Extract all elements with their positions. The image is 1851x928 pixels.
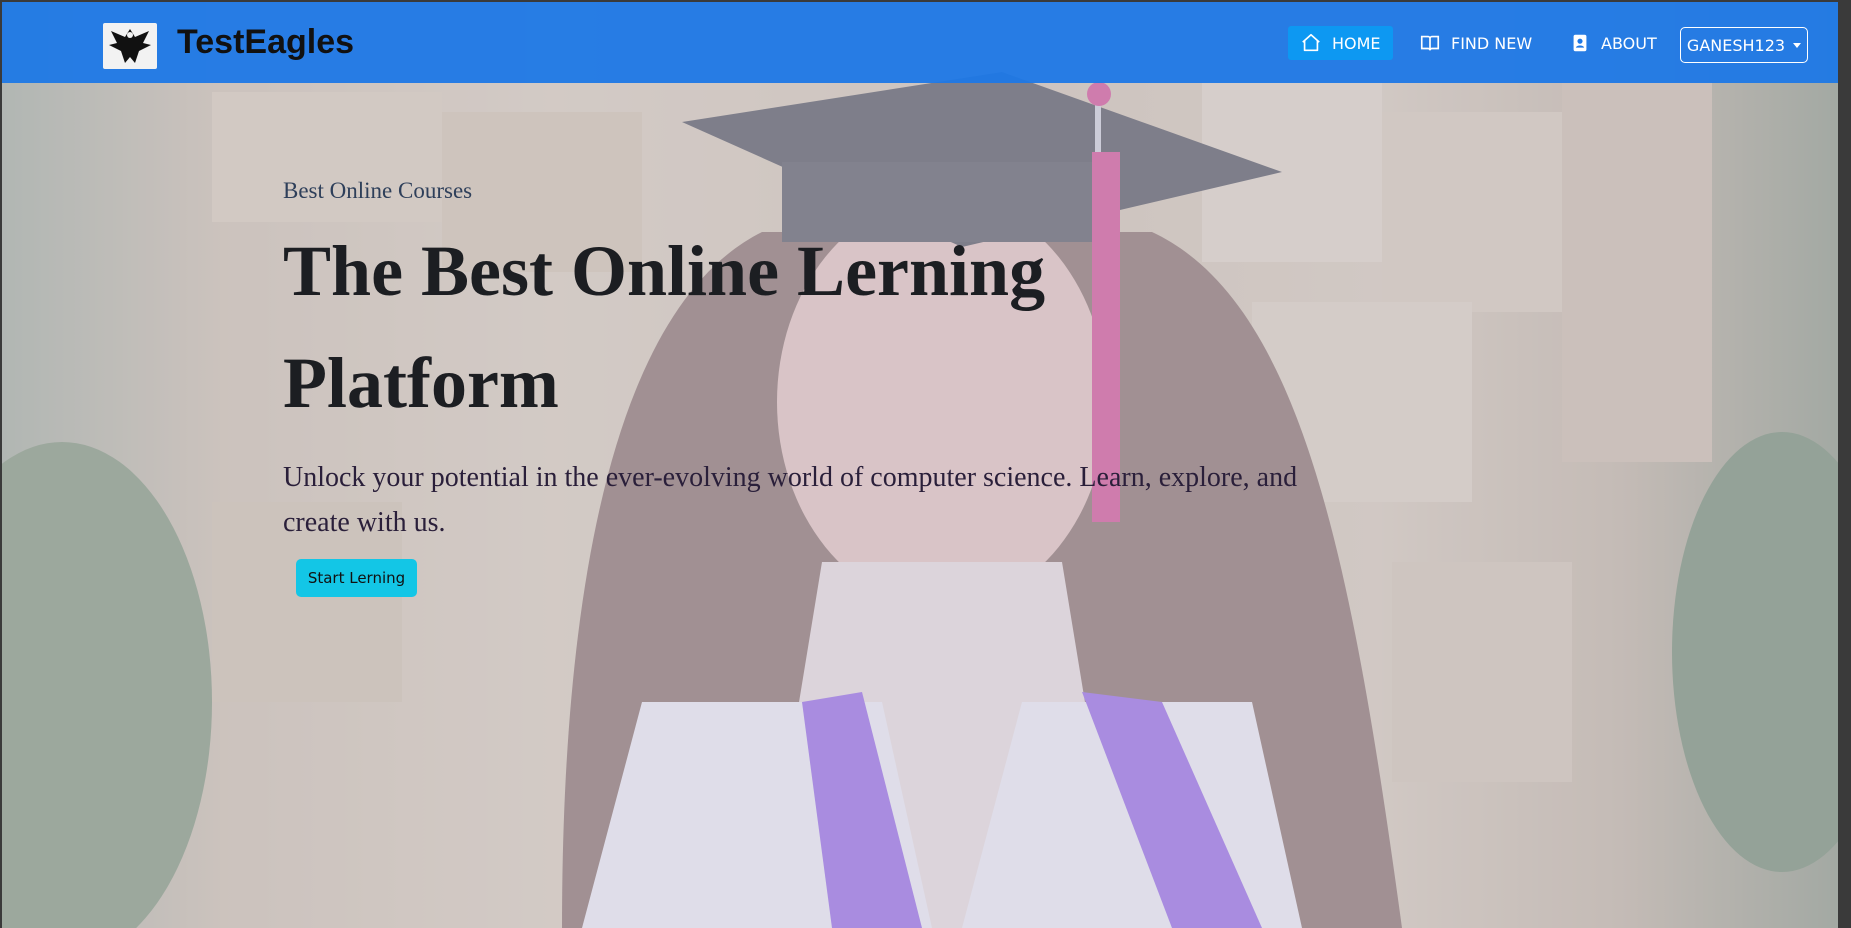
book-icon <box>1420 35 1440 51</box>
user-dropdown[interactable]: GANESH123 <box>1680 27 1808 63</box>
hero-kicker: Best Online Courses <box>283 178 473 203</box>
hero-subtext: Unlock your potential in the ever-evolvi… <box>283 462 1298 538</box>
nav-home-label: HOME <box>1332 33 1381 53</box>
brand-name[interactable]: TestEagles <box>177 23 354 62</box>
start-learning-button[interactable]: Start Lerning <box>296 559 417 597</box>
navbar: TestEagles HOME FIND NEW ABOUT GANESH123 <box>2 2 1838 83</box>
contact-card-icon <box>1573 34 1587 52</box>
page: TestEagles HOME FIND NEW ABOUT GANESH123 <box>2 2 1838 928</box>
nav-about[interactable]: ABOUT <box>1557 26 1669 60</box>
nav-about-label: ABOUT <box>1601 33 1657 53</box>
eagle-logo-icon[interactable] <box>103 23 157 69</box>
hero-headline: The Best Online Lerning Platform <box>283 231 1046 423</box>
home-icon <box>1302 33 1320 52</box>
nav-home[interactable]: HOME <box>1288 26 1393 60</box>
user-name: GANESH123 <box>1686 35 1786 55</box>
nav-find-new[interactable]: FIND NEW <box>1407 26 1544 60</box>
caret-down-icon <box>1793 42 1802 48</box>
nav-find-new-label: FIND NEW <box>1451 33 1533 53</box>
